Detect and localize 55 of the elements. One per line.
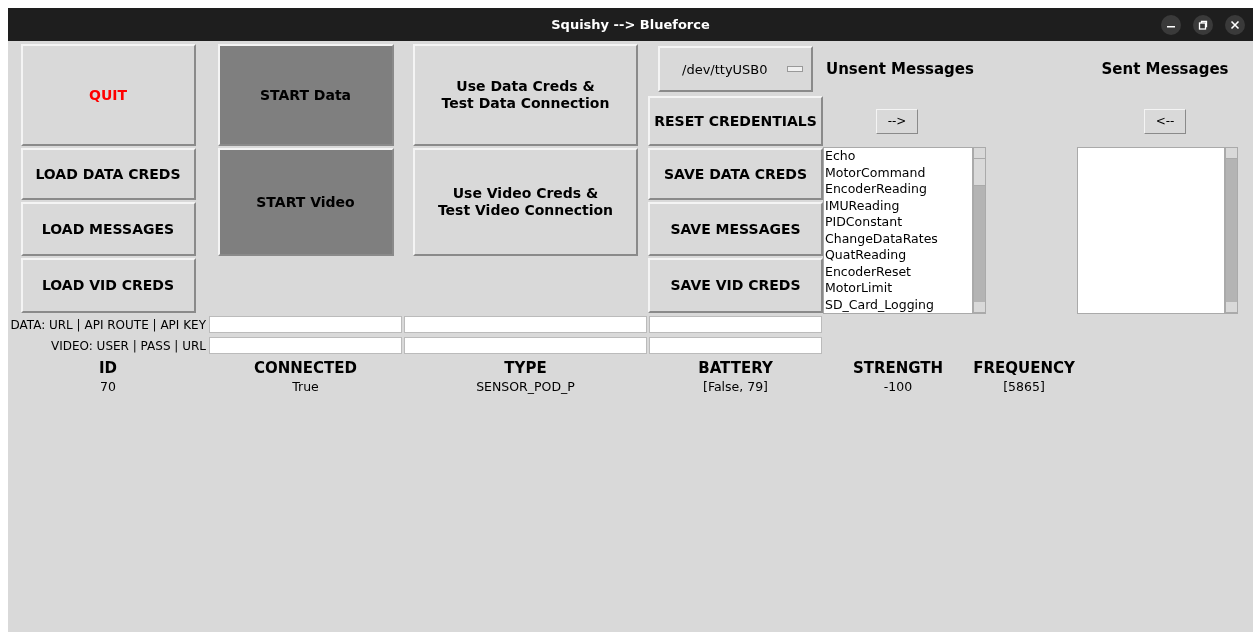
action-button[interactable]: RESET CREDENTIALS xyxy=(648,96,823,146)
action-button[interactable]: START Video xyxy=(217,148,394,256)
scrollbar[interactable] xyxy=(973,147,986,314)
table-cell-text: [5865] xyxy=(1002,378,1046,396)
column-header: CONNECTED xyxy=(252,358,359,378)
section-heading: Unsent Messages xyxy=(826,60,974,78)
message-list[interactable] xyxy=(1077,147,1225,314)
list-item[interactable]: MotorLimit xyxy=(824,280,972,297)
list-item[interactable]: QuatReading xyxy=(824,247,972,264)
input-field[interactable] xyxy=(404,337,647,354)
action-button[interactable]: Use Video Creds & Test Video Connection xyxy=(413,148,638,256)
action-button[interactable]: LOAD MESSAGES xyxy=(20,202,196,256)
list-item[interactable]: SD_Card_Logging xyxy=(824,296,972,313)
minimize-icon[interactable] xyxy=(1161,15,1181,35)
scrollbar[interactable] xyxy=(1225,147,1238,314)
table-cell-text: True xyxy=(291,378,320,396)
column-header: BATTERY xyxy=(697,358,774,378)
list-item[interactable]: IMUReading xyxy=(824,197,972,214)
table-cell-text: SENSOR_POD_P xyxy=(475,378,576,396)
window-title: Squishy --> Blueforce xyxy=(551,17,710,32)
column-header: ID xyxy=(97,358,118,378)
action-button[interactable]: START Data xyxy=(217,44,394,146)
list-item[interactable]: ChangeDataRates xyxy=(824,230,972,247)
action-button[interactable]: SAVE VID CREDS xyxy=(648,258,823,313)
action-button[interactable]: SAVE DATA CREDS xyxy=(648,148,823,200)
list-item[interactable]: EncoderReading xyxy=(824,181,972,198)
action-button[interactable]: LOAD VID CREDS xyxy=(20,258,196,313)
action-button[interactable]: SAVE MESSAGES xyxy=(648,202,823,256)
column-header: TYPE xyxy=(503,358,548,378)
dropdown-indicator-icon xyxy=(787,66,803,72)
input-field[interactable] xyxy=(209,316,402,333)
field-label: VIDEO: USER | PASS | URL xyxy=(50,338,207,353)
list-item[interactable]: PIDConstant xyxy=(824,214,972,231)
list-item[interactable]: MotorCommand xyxy=(824,164,972,181)
table-cell-text: [False, 79] xyxy=(702,378,769,396)
column-header: FREQUENCY xyxy=(973,358,1075,378)
message-list[interactable]: Echo MotorCommand EncoderReading IMUReading PIDConstant ChangeDataRates QuatReading EncoderReset MotorLimit SD_Card_Logging xyxy=(823,147,973,314)
column-header: STRENGTH xyxy=(851,358,945,378)
move-button[interactable]: <-- xyxy=(1144,108,1186,134)
field-label: DATA: URL | API ROUTE | API KEY xyxy=(10,317,207,332)
section-heading: Sent Messages xyxy=(1101,60,1229,78)
input-field[interactable] xyxy=(209,337,402,354)
table-cell-text: 70 xyxy=(99,378,117,396)
table-cell-text: -100 xyxy=(882,378,914,396)
action-button[interactable]: LOAD DATA CREDS xyxy=(20,148,196,200)
action-button[interactable]: Use Data Creds & Test Data Connection xyxy=(413,44,638,146)
close-icon[interactable] xyxy=(1225,15,1245,35)
input-field[interactable] xyxy=(404,316,647,333)
input-field[interactable] xyxy=(649,316,822,333)
move-button[interactable]: --> xyxy=(876,108,918,134)
input-field[interactable] xyxy=(649,337,822,354)
port-dropdown[interactable]: /dev/ttyUSB0 xyxy=(658,46,813,92)
list-item[interactable]: Echo xyxy=(824,148,972,165)
restore-icon[interactable] xyxy=(1193,15,1213,35)
list-item[interactable]: EncoderReset xyxy=(824,263,972,280)
